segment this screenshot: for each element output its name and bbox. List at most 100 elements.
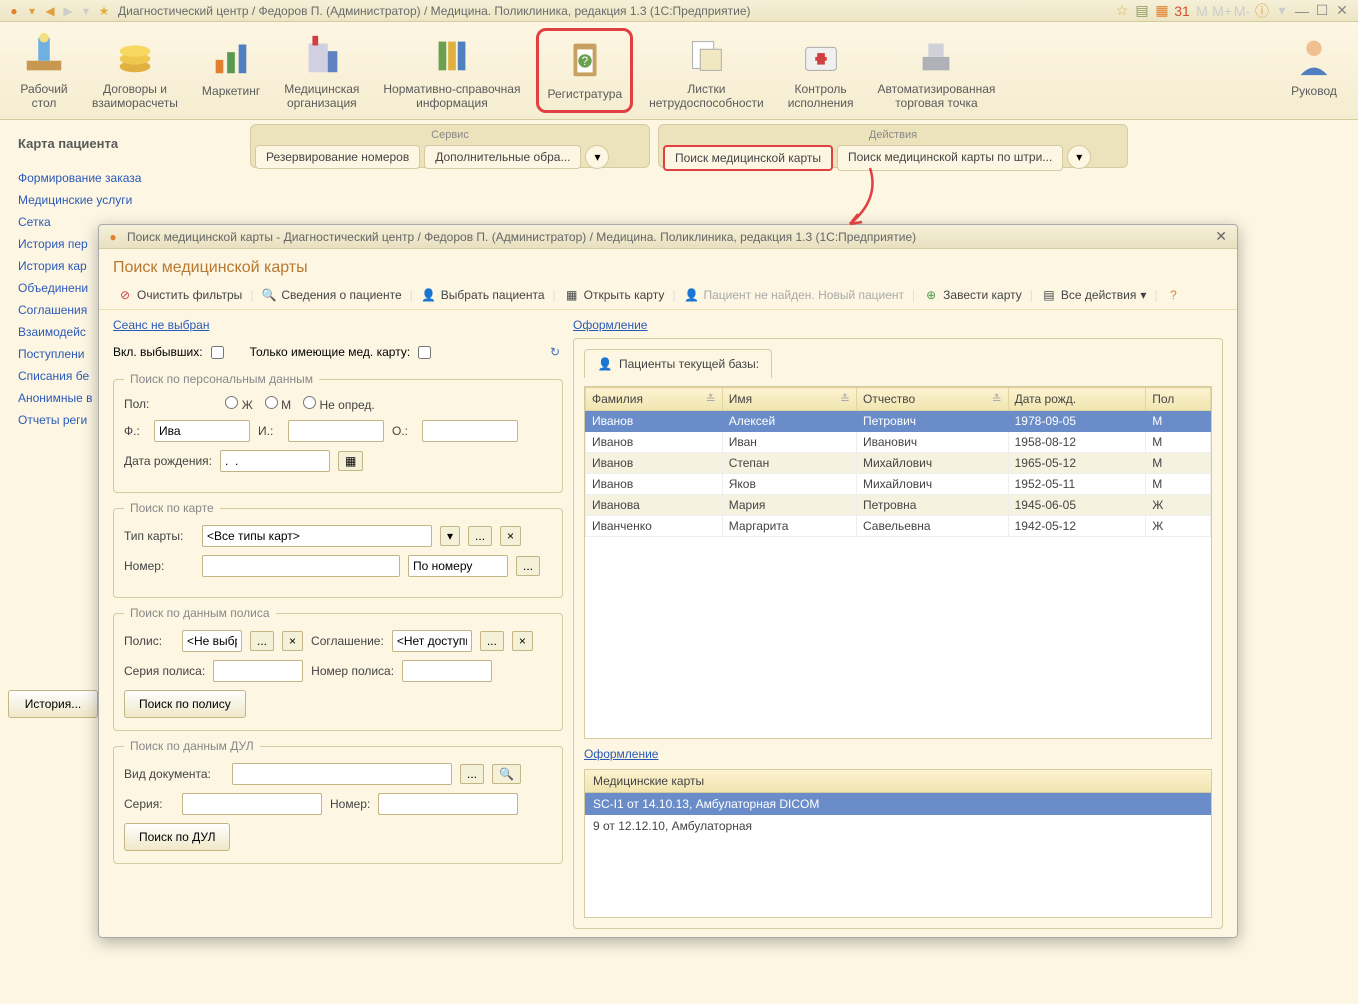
card-type-dropdown[interactable]: ▾	[440, 526, 460, 546]
nav-control[interactable]: Контроль исполнения	[780, 28, 862, 113]
card-mode-input[interactable]	[408, 555, 508, 577]
actions-more-icon[interactable]: ▾	[1067, 145, 1091, 169]
star-icon[interactable]: ★	[96, 3, 112, 19]
surname-input[interactable]	[154, 420, 250, 442]
card-row[interactable]: 9 от 12.12.10, Амбулаторная	[585, 815, 1211, 837]
patient-info-button[interactable]: 🔍Сведения о пациенте	[257, 285, 405, 305]
back-icon[interactable]: ◀	[42, 3, 58, 19]
nav-management[interactable]: Руковод	[1282, 28, 1346, 113]
nav-desktop[interactable]: Рабочий стол	[12, 28, 76, 113]
patients-tab[interactable]: 👤Пациенты текущей базы:	[584, 349, 772, 378]
dul-series-input[interactable]	[182, 793, 322, 815]
card-type-clear[interactable]: ×	[500, 526, 521, 546]
design-link-2[interactable]: Оформление	[584, 747, 1212, 761]
fav-dropdown-icon[interactable]: ▾	[78, 3, 94, 19]
cashregister-icon	[912, 32, 960, 78]
sex-f-radio[interactable]: Ж	[225, 396, 252, 412]
open-card-button[interactable]: ▦Открыть карту	[560, 285, 669, 305]
search-card-modal: ● Поиск медицинской карты - Диагностичес…	[98, 224, 1238, 938]
calc-icon[interactable]: ▦	[1154, 3, 1170, 19]
dul-number-input[interactable]	[378, 793, 518, 815]
mplus-icon[interactable]: M+	[1214, 3, 1230, 19]
nav-registry[interactable]: ? Регистратура	[536, 28, 633, 113]
maximize-icon[interactable]: ☐	[1314, 3, 1330, 19]
search-polis-button[interactable]: Поиск по полису	[124, 690, 246, 718]
close-icon[interactable]: ✕	[1334, 3, 1350, 19]
sidebar-item-1[interactable]: Медицинские услуги	[8, 189, 238, 211]
all-actions-button[interactable]: ▤Все действия ▾	[1037, 285, 1151, 305]
search-dul-button[interactable]: Поиск по ДУЛ	[124, 823, 230, 851]
agreement-input[interactable]	[392, 630, 472, 652]
clear-filters-button[interactable]: ⊘Очистить фильтры	[113, 285, 246, 305]
patronymic-input[interactable]	[422, 420, 518, 442]
agreement-clear[interactable]: ×	[512, 631, 533, 651]
card-mode-more[interactable]: ...	[516, 556, 540, 576]
col-sex[interactable]: Пол	[1146, 388, 1211, 411]
col-surname[interactable]: Фамилия ≛	[586, 388, 723, 411]
calendar-icon[interactable]: 31	[1174, 3, 1190, 19]
polis-input[interactable]	[182, 630, 242, 652]
reserve-numbers-button[interactable]: Резервирование номеров	[255, 145, 420, 169]
choose-patient-button[interactable]: 👤Выбрать пациента	[417, 285, 549, 305]
nav-marketing[interactable]: Маркетинг	[194, 28, 268, 113]
doctype-more[interactable]: ...	[460, 764, 484, 784]
nav-sickleave[interactable]: Листки нетрудоспособности	[641, 28, 772, 113]
polis-clear[interactable]: ×	[282, 631, 303, 651]
polis-series-input[interactable]	[213, 660, 303, 682]
table-row[interactable]: ИвановАлексейПетрович1978-09-05М	[586, 411, 1211, 432]
nav-reference[interactable]: Нормативно-справочная информация	[375, 28, 528, 113]
modal-titlebar: ● Поиск медицинской карты - Диагностичес…	[99, 225, 1237, 249]
modal-heading: Поиск медицинской карты	[99, 249, 1237, 281]
sidebar-item-0[interactable]: Формирование заказа	[8, 167, 238, 189]
only-card-checkbox[interactable]	[418, 346, 431, 359]
design-link[interactable]: Оформление	[573, 318, 1223, 332]
search-barcode-button[interactable]: Поиск медицинской карты по штри...	[837, 145, 1063, 171]
polis-number-input[interactable]	[402, 660, 492, 682]
col-patr[interactable]: Отчество ≛	[856, 388, 1008, 411]
history-icon[interactable]: ▤	[1134, 3, 1150, 19]
card-type-input[interactable]	[202, 525, 432, 547]
create-card-button[interactable]: ⊕Завести карту	[919, 285, 1026, 305]
additional-button[interactable]: Дополнительные обра...	[424, 145, 581, 169]
table-row[interactable]: ИвановЯковМихайлович1952-05-11М	[586, 474, 1211, 495]
col-name[interactable]: Имя ≛	[722, 388, 856, 411]
sex-n-radio[interactable]: Не опред.	[303, 396, 375, 412]
dropdown-icon[interactable]: ▾	[24, 3, 40, 19]
table-row[interactable]: ИвановИванИванович1958-08-12М	[586, 432, 1211, 453]
dob-calendar-button[interactable]: ▦	[338, 451, 363, 471]
mminus-icon[interactable]: M-	[1234, 3, 1250, 19]
agreement-more[interactable]: ...	[480, 631, 504, 651]
polis-more[interactable]: ...	[250, 631, 274, 651]
dob-input[interactable]	[220, 450, 330, 472]
history-button[interactable]: История...	[8, 690, 98, 718]
minimize-icon[interactable]: —	[1294, 3, 1310, 19]
forward-icon[interactable]: ▶	[60, 3, 76, 19]
modal-close-icon[interactable]: ✕	[1211, 228, 1231, 245]
m-icon[interactable]: M	[1194, 3, 1210, 19]
table-row[interactable]: ИвановСтепанМихайлович1965-05-12М	[586, 453, 1211, 474]
table-row[interactable]: ИвановаМарияПетровна1945-06-05Ж	[586, 495, 1211, 516]
table-row[interactable]: ИванченкоМаргаритаСавельевна1942-05-12Ж	[586, 516, 1211, 537]
seance-link[interactable]: Сеанс не выбран	[113, 318, 563, 332]
card-number-input[interactable]	[202, 555, 400, 577]
nav-pos[interactable]: Автоматизированная торговая точка	[869, 28, 1003, 113]
card-row[interactable]: SC-I1 от 14.10.13, Амбулаторная DICOM	[585, 793, 1211, 815]
search-card-button[interactable]: Поиск медицинской карты	[663, 145, 833, 171]
nav-medorg[interactable]: Медицинская организация	[276, 28, 367, 113]
sex-m-radio[interactable]: М	[265, 396, 291, 412]
modal-help-button[interactable]: ?	[1162, 285, 1186, 305]
bypolis-fieldset: Поиск по данным полиса Полис: ... × Согл…	[113, 606, 563, 731]
card-type-more[interactable]: ...	[468, 526, 492, 546]
nav-contracts[interactable]: Договоры и взаиморасчеты	[84, 28, 186, 113]
incl-left-checkbox[interactable]	[211, 346, 224, 359]
help-dropdown-icon[interactable]: ▾	[1274, 3, 1290, 19]
favorites-icon[interactable]: ☆	[1114, 3, 1130, 19]
name-input[interactable]	[288, 420, 384, 442]
help-icon[interactable]: ⓘ	[1254, 3, 1270, 19]
col-dob[interactable]: Дата рожд.	[1008, 388, 1146, 411]
doctype-input[interactable]	[232, 763, 452, 785]
refresh-icon[interactable]: ↻	[547, 344, 563, 360]
new-patient-button[interactable]: 👤Пациент не найден. Новый пациент	[679, 285, 908, 305]
service-more-icon[interactable]: ▾	[585, 145, 609, 169]
doctype-search[interactable]: 🔍	[492, 764, 521, 784]
